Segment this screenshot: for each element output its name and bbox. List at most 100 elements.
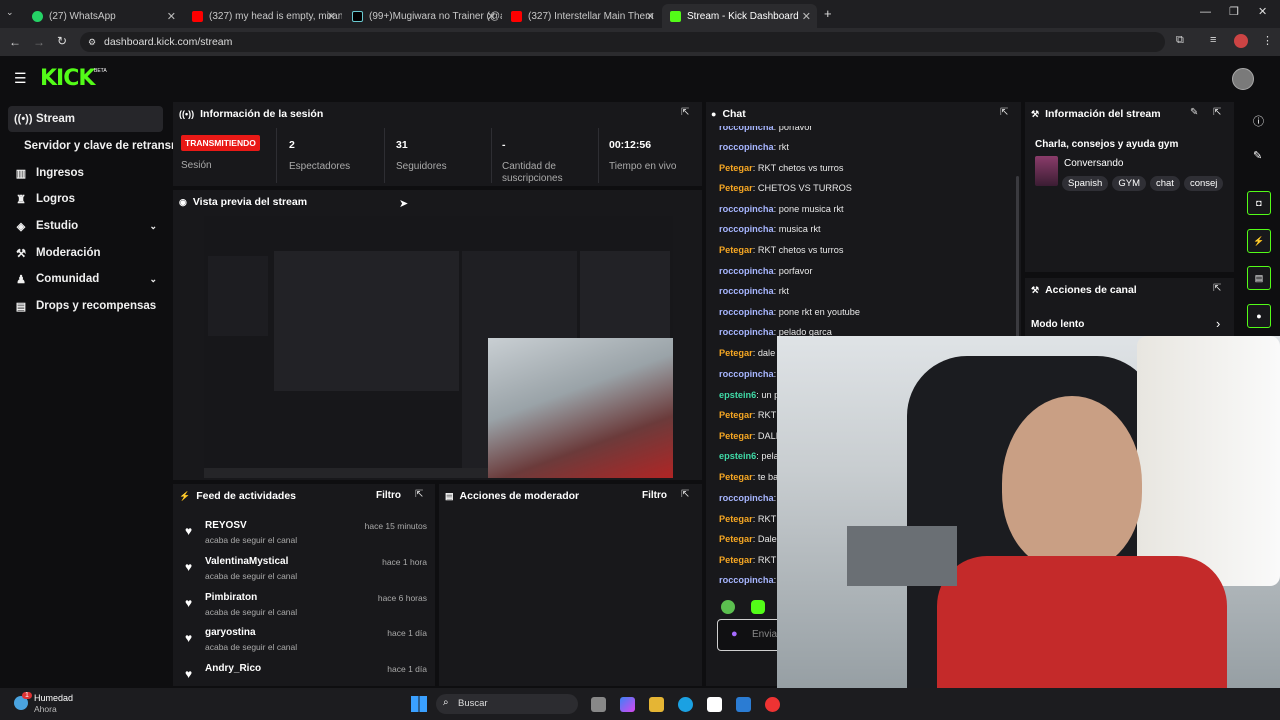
sidebar-item-comunidad[interactable]: ♟ Comunidad ⌄: [8, 266, 163, 292]
chat-username[interactable]: Petegar: [719, 410, 753, 420]
close-window-icon[interactable]: ✕: [1258, 5, 1267, 18]
edge-icon[interactable]: [678, 697, 693, 712]
chat-username[interactable]: Petegar: [719, 514, 753, 524]
pencil-icon[interactable]: ✎: [1253, 149, 1262, 162]
store-icon[interactable]: [707, 697, 722, 712]
info-icon[interactable]: ⓘ: [1253, 113, 1264, 129]
sidebar-item-logros[interactable]: ♜ Logros: [8, 186, 163, 212]
tab-list-chevron-icon[interactable]: ⌄: [6, 7, 14, 18]
browser-tab-youtube-1[interactable]: (327) my head is empty, mirand ✕: [184, 4, 342, 28]
sidebar-item-server-key[interactable]: Servidor y clave de retransm: [18, 133, 178, 159]
media-icon[interactable]: ≡: [1210, 34, 1216, 46]
close-tab-icon[interactable]: ✕: [327, 10, 336, 23]
minimize-icon[interactable]: —: [1200, 6, 1211, 18]
extensions-icon[interactable]: ⧉: [1176, 34, 1184, 47]
chat-username[interactable]: Petegar: [719, 245, 753, 255]
chat-username[interactable]: roccopincha: [719, 286, 774, 296]
close-tab-icon[interactable]: ✕: [802, 10, 811, 23]
file-explorer-icon[interactable]: [649, 697, 664, 712]
profile-icon[interactable]: [1234, 34, 1248, 48]
sidebar-item-estudio[interactable]: ◈ Estudio ⌄: [8, 213, 163, 239]
expand-icon[interactable]: ⇱: [1213, 283, 1221, 294]
feed-username[interactable]: garyostina: [205, 627, 256, 638]
chat-username[interactable]: Petegar: [719, 348, 753, 358]
browser-tab-youtube-2[interactable]: (327) Interstellar Main Them ✕: [503, 4, 661, 28]
tag-chip[interactable]: chat: [1149, 176, 1180, 191]
chat-username[interactable]: roccopincha: [719, 575, 774, 585]
close-tab-icon[interactable]: ✕: [487, 10, 496, 23]
browser-tab-whatsapp[interactable]: (27) WhatsApp ✕: [24, 4, 182, 28]
maximize-icon[interactable]: ❐: [1229, 5, 1239, 18]
rail-button-notes[interactable]: ▤: [1247, 266, 1271, 290]
slow-mode-item[interactable]: Modo lento: [1031, 319, 1084, 330]
expand-icon[interactable]: ⇱: [415, 489, 423, 500]
chat-username[interactable]: roccopincha: [719, 224, 774, 234]
tag-chip[interactable]: Spanish: [1062, 176, 1109, 191]
expand-icon[interactable]: ⇱: [681, 107, 689, 118]
close-tab-icon[interactable]: ✕: [167, 10, 176, 23]
chat-username[interactable]: roccopincha: [719, 204, 774, 214]
task-view-icon[interactable]: [591, 697, 606, 712]
feed-username[interactable]: Andry_Rico: [205, 663, 261, 674]
kick-emote-icon[interactable]: [751, 600, 765, 614]
windows-start-icon[interactable]: [411, 696, 427, 712]
browser-tab-kick[interactable]: Stream - Kick Dashboard ✕: [662, 4, 817, 28]
feed-username[interactable]: ValentinaMystical: [205, 556, 288, 567]
reload-icon[interactable]: ↻: [57, 34, 67, 48]
stream-preview-video[interactable]: [204, 216, 673, 478]
chrome-icon[interactable]: [765, 697, 780, 712]
url-field[interactable]: ⚙ dashboard.kick.com/stream: [80, 32, 1165, 52]
chat-username[interactable]: Petegar: [719, 183, 753, 193]
emote-icon[interactable]: [721, 600, 735, 614]
mic-icon[interactable]: ●: [731, 628, 738, 640]
mail-icon[interactable]: [736, 697, 751, 712]
chat-username[interactable]: roccopincha: [719, 327, 774, 337]
hamburger-menu-icon[interactable]: ☰: [14, 70, 27, 87]
chat-username[interactable]: Petegar: [719, 472, 753, 482]
heart-icon: ♥: [185, 631, 193, 645]
chat-username[interactable]: epstein6: [719, 390, 756, 400]
list-item: ♥ Andry_Rico hace 1 día: [183, 663, 433, 683]
feed-username[interactable]: REYOSV: [205, 520, 247, 531]
copilot-icon[interactable]: [620, 697, 635, 712]
chat-username[interactable]: Petegar: [719, 555, 753, 565]
chat-username[interactable]: roccopincha: [719, 369, 774, 379]
close-tab-icon[interactable]: ✕: [646, 10, 655, 23]
edit-icon[interactable]: ✎: [1190, 107, 1198, 118]
tag-chip[interactable]: consej: [1183, 176, 1224, 191]
chat-username[interactable]: roccopincha: [719, 493, 774, 503]
new-tab-icon[interactable]: +: [824, 6, 832, 21]
rail-button-lightning[interactable]: ⚡: [1247, 229, 1271, 253]
chat-username[interactable]: roccopincha: [719, 142, 774, 152]
chat-username[interactable]: roccopincha: [719, 266, 774, 276]
tag-chip[interactable]: GYM: [1112, 176, 1146, 191]
sidebar-item-drops[interactable]: ▤ Drops y recompensas: [8, 293, 163, 319]
rail-button-chat[interactable]: ●: [1247, 304, 1271, 328]
chat-username[interactable]: Petegar: [719, 431, 753, 441]
back-icon[interactable]: ←: [9, 35, 21, 49]
chevron-right-icon[interactable]: ›: [1216, 316, 1220, 331]
expand-icon[interactable]: ⇱: [1000, 107, 1008, 118]
chat-username[interactable]: epstein6: [719, 451, 756, 461]
avatar[interactable]: [1232, 68, 1254, 90]
weather-widget[interactable]: 1 Humedad Ahora: [12, 692, 102, 716]
sidebar-item-stream[interactable]: ((•)) Stream: [8, 106, 163, 132]
mod-filter-button[interactable]: Filtro: [642, 490, 667, 501]
rail-button-clip[interactable]: ◘: [1247, 191, 1271, 215]
expand-icon[interactable]: ⇱: [681, 489, 689, 500]
forward-icon[interactable]: →: [33, 35, 45, 49]
feed-username[interactable]: Pimbiraton: [205, 592, 257, 603]
browser-menu-icon[interactable]: ⋮: [1262, 34, 1273, 47]
sidebar-item-ingresos[interactable]: ▥ Ingresos: [8, 160, 163, 186]
chat-username[interactable]: Petegar: [719, 163, 753, 173]
feed-filter-button[interactable]: Filtro: [376, 490, 401, 501]
site-info-icon[interactable]: ⚙: [88, 32, 96, 52]
chat-username[interactable]: Petegar: [719, 534, 753, 544]
category-name[interactable]: Conversando: [1064, 158, 1123, 169]
expand-icon[interactable]: ⇱: [1213, 107, 1221, 118]
sidebar-item-moderacion[interactable]: ⚒ Moderación: [8, 240, 163, 266]
browser-tab-tiktok[interactable]: (99+)Mugiwara no Trainer (@a ✕: [344, 4, 502, 28]
kick-logo[interactable]: KICK: [40, 66, 95, 91]
taskbar-search[interactable]: ⌕ Buscar: [436, 694, 578, 714]
chat-username[interactable]: roccopincha: [719, 307, 774, 317]
